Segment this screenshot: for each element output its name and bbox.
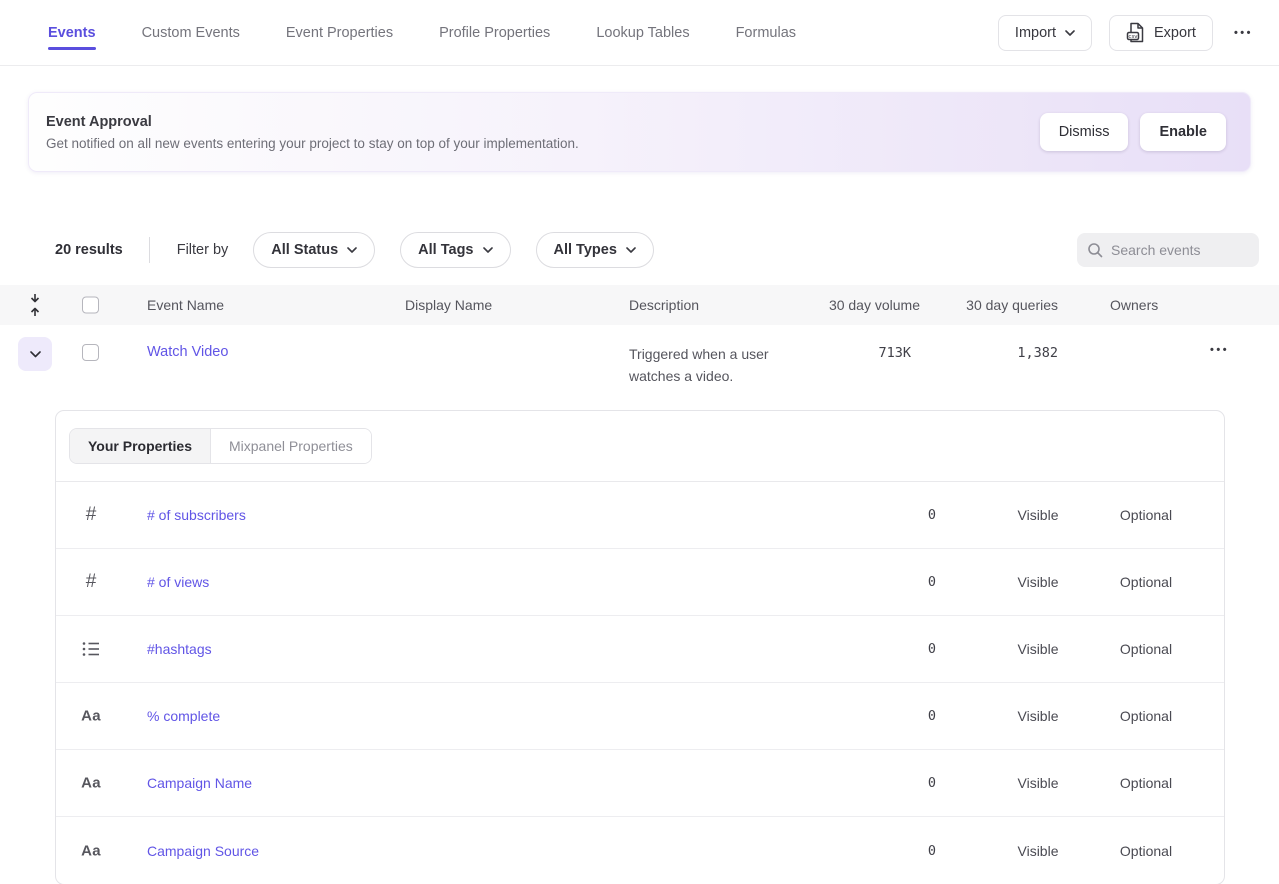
property-requirement: Optional [1086, 708, 1206, 724]
property-visibility: Visible [983, 708, 1093, 724]
number-icon: # [76, 571, 106, 593]
property-visibility: Visible [983, 641, 1093, 657]
tab-your-properties[interactable]: Your Properties [70, 429, 210, 463]
property-queries: 0 [846, 775, 936, 791]
property-name-link[interactable]: # of views [147, 574, 209, 590]
property-name-link[interactable]: # of subscribers [147, 507, 246, 523]
property-name-link[interactable]: % complete [147, 708, 220, 724]
tab-lookup-tables[interactable]: Lookup Tables [596, 0, 689, 65]
column-30-day-queries[interactable]: 30 day queries [918, 297, 1058, 313]
property-requirement: Optional [1086, 775, 1206, 791]
csv-file-icon: csv [1126, 22, 1145, 43]
list-icon [76, 641, 106, 657]
chevron-down-icon [483, 247, 493, 253]
divider [149, 237, 150, 263]
chevron-down-icon [1065, 30, 1075, 36]
export-button[interactable]: csv Export [1109, 15, 1213, 51]
banner-title: Event Approval [46, 114, 579, 130]
property-requirement: Optional [1086, 843, 1206, 859]
property-row: # # of views 0 Visible Optional [56, 549, 1224, 616]
events-table-header: Event Name Display Name Description 30 d… [0, 285, 1279, 325]
search-icon [1087, 242, 1103, 258]
property-queries: 0 [846, 641, 936, 657]
property-name-link[interactable]: Campaign Source [147, 843, 259, 859]
select-all-checkbox[interactable] [82, 297, 99, 314]
event-30-day-volume: 713K [771, 345, 911, 361]
column-30-day-volume[interactable]: 30 day volume [780, 297, 920, 313]
dismiss-button[interactable]: Dismiss [1040, 113, 1129, 151]
top-navigation: Events Custom Events Event Properties Pr… [0, 0, 1279, 66]
property-queries: 0 [846, 507, 936, 523]
text-icon: Aa [76, 708, 106, 725]
property-visibility: Visible [983, 507, 1093, 523]
tags-filter-dropdown[interactable]: All Tags [400, 232, 510, 268]
property-visibility: Visible [983, 574, 1093, 590]
property-visibility: Visible [983, 843, 1093, 859]
property-row: Aa % complete 0 Visible Optional [56, 683, 1224, 750]
types-filter-label: All Types [554, 242, 617, 258]
chevron-down-icon [347, 247, 357, 253]
tab-custom-events[interactable]: Custom Events [142, 0, 240, 65]
types-filter-dropdown[interactable]: All Types [536, 232, 654, 268]
column-owners[interactable]: Owners [1110, 297, 1158, 313]
filter-bar: 20 results Filter by All Status All Tags… [0, 232, 1279, 268]
chevron-down-icon [626, 247, 636, 253]
property-requirement: Optional [1086, 507, 1206, 523]
event-30-day-queries: 1,382 [918, 345, 1058, 361]
collapse-row-button[interactable] [18, 337, 52, 371]
collapse-all-icon[interactable] [18, 293, 52, 317]
text-icon: Aa [76, 842, 106, 859]
row-more-menu-button[interactable]: ••• [1206, 338, 1233, 362]
search-events-box [1077, 233, 1259, 267]
property-row: Aa Campaign Source 0 Visible Optional [56, 817, 1224, 884]
import-button-label: Import [1015, 25, 1056, 41]
nav-tabs: Events Custom Events Event Properties Pr… [48, 0, 796, 65]
status-filter-label: All Status [271, 242, 338, 258]
more-menu-button[interactable]: ••• [1230, 21, 1257, 45]
column-description[interactable]: Description [629, 297, 699, 313]
property-requirement: Optional [1086, 574, 1206, 590]
event-name-link[interactable]: Watch Video [147, 344, 228, 360]
property-queries: 0 [846, 574, 936, 590]
properties-tabs-bar: Your Properties Mixpanel Properties [56, 411, 1224, 482]
property-requirement: Optional [1086, 641, 1206, 657]
property-name-link[interactable]: Campaign Name [147, 775, 252, 791]
event-approval-banner: Event Approval Get notified on all new e… [28, 92, 1251, 172]
tab-formulas[interactable]: Formulas [736, 0, 796, 65]
results-count: 20 results [55, 242, 123, 258]
tab-profile-properties[interactable]: Profile Properties [439, 0, 550, 65]
svg-text:csv: csv [1128, 34, 1138, 40]
search-events-input[interactable] [1111, 242, 1249, 258]
property-visibility: Visible [983, 775, 1093, 791]
banner-description: Get notified on all new events entering … [46, 136, 579, 151]
property-row: Aa Campaign Name 0 Visible Optional [56, 750, 1224, 817]
import-button[interactable]: Import [998, 15, 1092, 51]
column-display-name[interactable]: Display Name [405, 297, 492, 313]
property-row: #hashtags 0 Visible Optional [56, 616, 1224, 683]
event-properties-panel: Your Properties Mixpanel Properties # # … [55, 410, 1225, 884]
export-button-label: Export [1154, 25, 1196, 41]
tab-event-properties[interactable]: Event Properties [286, 0, 393, 65]
row-checkbox[interactable] [82, 344, 99, 361]
property-row: # # of subscribers 0 Visible Optional [56, 482, 1224, 549]
more-icon: ••• [1234, 27, 1253, 39]
column-event-name[interactable]: Event Name [147, 297, 224, 313]
more-icon: ••• [1210, 344, 1229, 356]
property-queries: 0 [846, 843, 936, 859]
chevron-down-icon [30, 351, 41, 358]
text-icon: Aa [76, 775, 106, 792]
status-filter-dropdown[interactable]: All Status [253, 232, 375, 268]
tags-filter-label: All Tags [418, 242, 473, 258]
tab-events[interactable]: Events [48, 0, 96, 65]
table-row-watch-video: Watch Video Triggered when a user watche… [0, 325, 1279, 410]
enable-button[interactable]: Enable [1140, 113, 1226, 151]
tab-mixpanel-properties[interactable]: Mixpanel Properties [210, 429, 371, 463]
property-queries: 0 [846, 708, 936, 724]
number-icon: # [76, 504, 106, 526]
filter-by-label: Filter by [177, 242, 229, 258]
property-name-link[interactable]: #hashtags [147, 641, 212, 657]
